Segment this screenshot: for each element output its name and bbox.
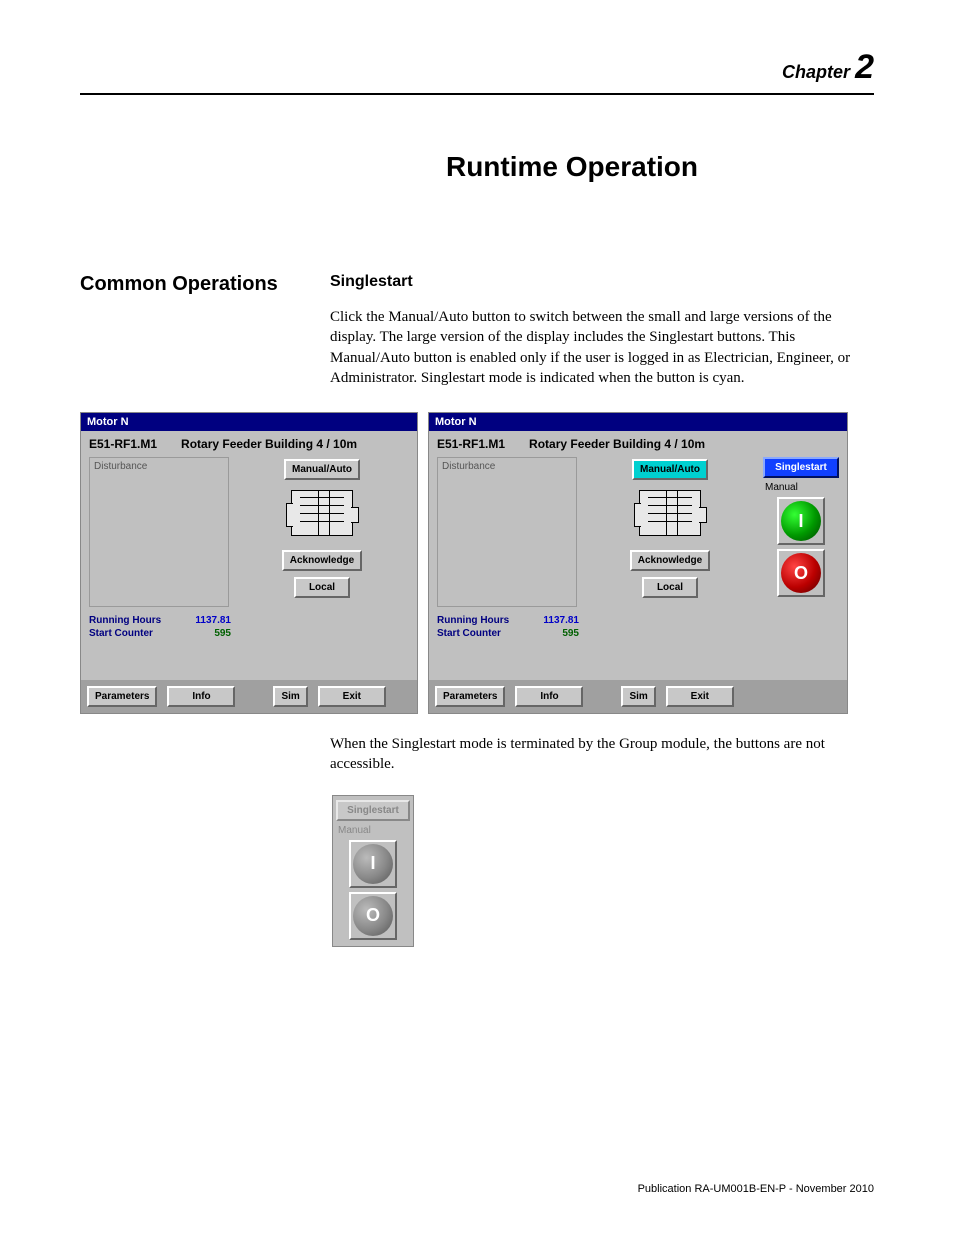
hmi-titlebar: Motor N xyxy=(81,413,417,431)
hmi-titlebar: Motor N xyxy=(429,413,847,431)
start-counter-value: 595 xyxy=(181,628,231,641)
start-counter-value: 595 xyxy=(529,628,579,641)
hmi-tag: E51-RF1.M1 xyxy=(437,437,505,451)
singlestart-stop-button[interactable]: O xyxy=(777,549,825,597)
hmi-description: Rotary Feeder Building 4 / 10m xyxy=(181,437,357,451)
hmi-description: Rotary Feeder Building 4 / 10m xyxy=(529,437,705,451)
disturbance-label: Disturbance xyxy=(442,461,495,472)
hmi-footer: Parameters Info Sim Exit xyxy=(81,680,417,713)
singlestart-mode-label: Manual xyxy=(336,825,371,836)
start-icon: I xyxy=(781,501,821,541)
header-rule xyxy=(80,93,874,95)
start-icon: I xyxy=(353,844,393,884)
local-button[interactable]: Local xyxy=(294,577,350,598)
singlestart-title[interactable]: Singlestart xyxy=(763,457,839,478)
hmi-panel-large: Motor N E51-RF1.M1 Rotary Feeder Buildin… xyxy=(428,412,848,714)
singlestart-mode-label: Manual xyxy=(763,482,798,493)
hmi-tag: E51-RF1.M1 xyxy=(89,437,157,451)
motor-icon xyxy=(291,490,353,536)
section-heading: Common Operations xyxy=(80,273,290,296)
singlestart-start-button[interactable]: I xyxy=(777,497,825,545)
subsection-heading: Singlestart xyxy=(330,273,874,291)
sim-button[interactable]: Sim xyxy=(621,686,655,707)
start-counter-label: Start Counter xyxy=(89,628,175,641)
disturbance-label: Disturbance xyxy=(94,461,147,472)
start-counter-label: Start Counter xyxy=(437,628,523,641)
exit-button[interactable]: Exit xyxy=(318,686,386,707)
acknowledge-button[interactable]: Acknowledge xyxy=(282,550,362,571)
info-button[interactable]: Info xyxy=(515,686,583,707)
acknowledge-button[interactable]: Acknowledge xyxy=(630,550,710,571)
manual-auto-button[interactable]: Manual/Auto xyxy=(284,459,360,480)
chapter-number: 2 xyxy=(855,48,874,86)
motor-icon xyxy=(639,490,701,536)
paragraph-2: When the Singlestart mode is terminated … xyxy=(330,734,874,775)
hmi-footer: Parameters Info Sim Exit xyxy=(429,680,847,713)
info-button[interactable]: Info xyxy=(167,686,235,707)
chapter-label: Chapter xyxy=(782,62,850,82)
running-hours-label: Running Hours xyxy=(437,615,523,628)
singlestart-title-disabled: Singlestart xyxy=(336,800,410,821)
parameters-button[interactable]: Parameters xyxy=(435,686,505,707)
paragraph-1: Click the Manual/Auto button to switch b… xyxy=(330,307,874,388)
page-title: Runtime Operation xyxy=(270,151,874,183)
parameters-button[interactable]: Parameters xyxy=(87,686,157,707)
sim-button[interactable]: Sim xyxy=(273,686,307,707)
running-hours-value: 1137.81 xyxy=(181,615,231,628)
local-button[interactable]: Local xyxy=(642,577,698,598)
singlestart-start-button-disabled: I xyxy=(349,840,397,888)
stop-icon: O xyxy=(781,553,821,593)
hmi-panel-small: Motor N E51-RF1.M1 Rotary Feeder Buildin… xyxy=(80,412,418,714)
running-hours-value: 1137.81 xyxy=(529,615,579,628)
disturbance-box: Disturbance xyxy=(89,457,229,607)
singlestart-stop-button-disabled: O xyxy=(349,892,397,940)
manual-auto-button[interactable]: Manual/Auto xyxy=(632,459,708,480)
publication-footer: Publication RA-UM001B-EN-P - November 20… xyxy=(638,1183,874,1195)
stop-icon: O xyxy=(353,896,393,936)
chapter-header: Chapter 2 xyxy=(80,48,874,87)
running-hours-label: Running Hours xyxy=(89,615,175,628)
disturbance-box: Disturbance xyxy=(437,457,577,607)
singlestart-disabled-panel: Singlestart Manual I O xyxy=(332,795,414,947)
exit-button[interactable]: Exit xyxy=(666,686,734,707)
